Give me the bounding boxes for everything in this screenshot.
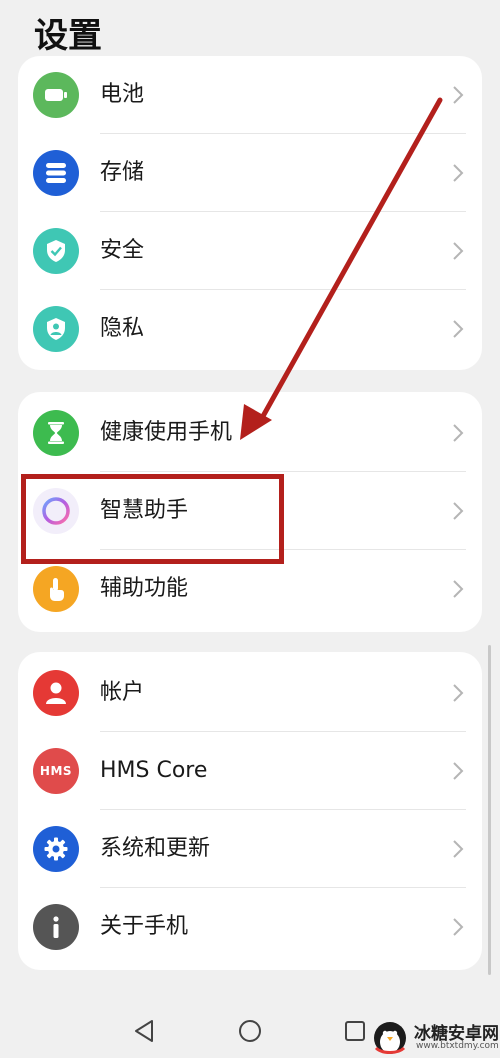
settings-item-label: 隐私 bbox=[100, 316, 145, 341]
hms-icon: HMS bbox=[33, 748, 79, 794]
settings-item-system-update[interactable]: 系统和更新 bbox=[18, 810, 482, 888]
settings-item-label: 系统和更新 bbox=[100, 836, 211, 861]
settings-item-label: HMS Core bbox=[100, 758, 208, 783]
back-icon[interactable] bbox=[130, 1016, 160, 1046]
chevron-right-icon bbox=[453, 580, 464, 598]
scrollbar[interactable] bbox=[488, 645, 491, 975]
settings-item-security[interactable]: 安全 bbox=[18, 212, 482, 290]
settings-item-label: 健康使用手机 bbox=[100, 420, 233, 445]
gear-icon bbox=[33, 826, 79, 872]
chevron-right-icon bbox=[453, 320, 464, 338]
settings-group-system: 帐户 HMS HMS Core 系统和更新 关于手机 bbox=[18, 652, 482, 970]
home-icon[interactable] bbox=[235, 1016, 265, 1046]
settings-item-account[interactable]: 帐户 bbox=[18, 654, 482, 732]
watermark: 冰糖安卓网 www.btxtdmy.com bbox=[370, 1018, 499, 1056]
settings-item-label: 帐户 bbox=[100, 680, 145, 705]
battery-icon bbox=[33, 72, 79, 118]
settings-item-storage[interactable]: 存储 bbox=[18, 134, 482, 212]
hourglass-icon bbox=[33, 410, 79, 456]
page-title: 设置 bbox=[34, 16, 102, 56]
settings-item-label: 安全 bbox=[100, 238, 145, 263]
privacy-shield-icon bbox=[33, 306, 79, 352]
hand-pointer-icon bbox=[33, 566, 79, 612]
settings-group-device: 电池 存储 安全 隐私 bbox=[18, 56, 482, 370]
chevron-right-icon bbox=[453, 164, 464, 182]
settings-item-label: 存储 bbox=[100, 160, 145, 185]
chevron-right-icon bbox=[453, 762, 464, 780]
chevron-right-icon bbox=[453, 424, 464, 442]
settings-item-label: 电池 bbox=[100, 82, 145, 107]
chevron-right-icon bbox=[453, 684, 464, 702]
storage-icon bbox=[33, 150, 79, 196]
chevron-right-icon bbox=[453, 840, 464, 858]
chevron-right-icon bbox=[453, 502, 464, 520]
penguin-logo-icon bbox=[374, 1022, 406, 1054]
chevron-right-icon bbox=[453, 918, 464, 936]
chevron-right-icon bbox=[453, 242, 464, 260]
settings-item-battery[interactable]: 电池 bbox=[18, 56, 482, 134]
settings-item-label: 关于手机 bbox=[100, 914, 189, 939]
info-icon bbox=[33, 904, 79, 950]
shield-icon bbox=[33, 228, 79, 274]
hms-icon-text: HMS bbox=[39, 764, 73, 778]
recents-icon[interactable] bbox=[340, 1016, 370, 1046]
settings-item-privacy[interactable]: 隐私 bbox=[18, 290, 482, 368]
settings-item-hms-core[interactable]: HMS HMS Core bbox=[18, 732, 482, 810]
settings-item-digital-balance[interactable]: 健康使用手机 bbox=[18, 394, 482, 472]
watermark-url: www.btxtdmy.com bbox=[416, 1041, 499, 1051]
settings-item-about-phone[interactable]: 关于手机 bbox=[18, 888, 482, 966]
user-icon bbox=[33, 670, 79, 716]
chevron-right-icon bbox=[453, 86, 464, 104]
annotation-highlight-box bbox=[21, 474, 284, 564]
